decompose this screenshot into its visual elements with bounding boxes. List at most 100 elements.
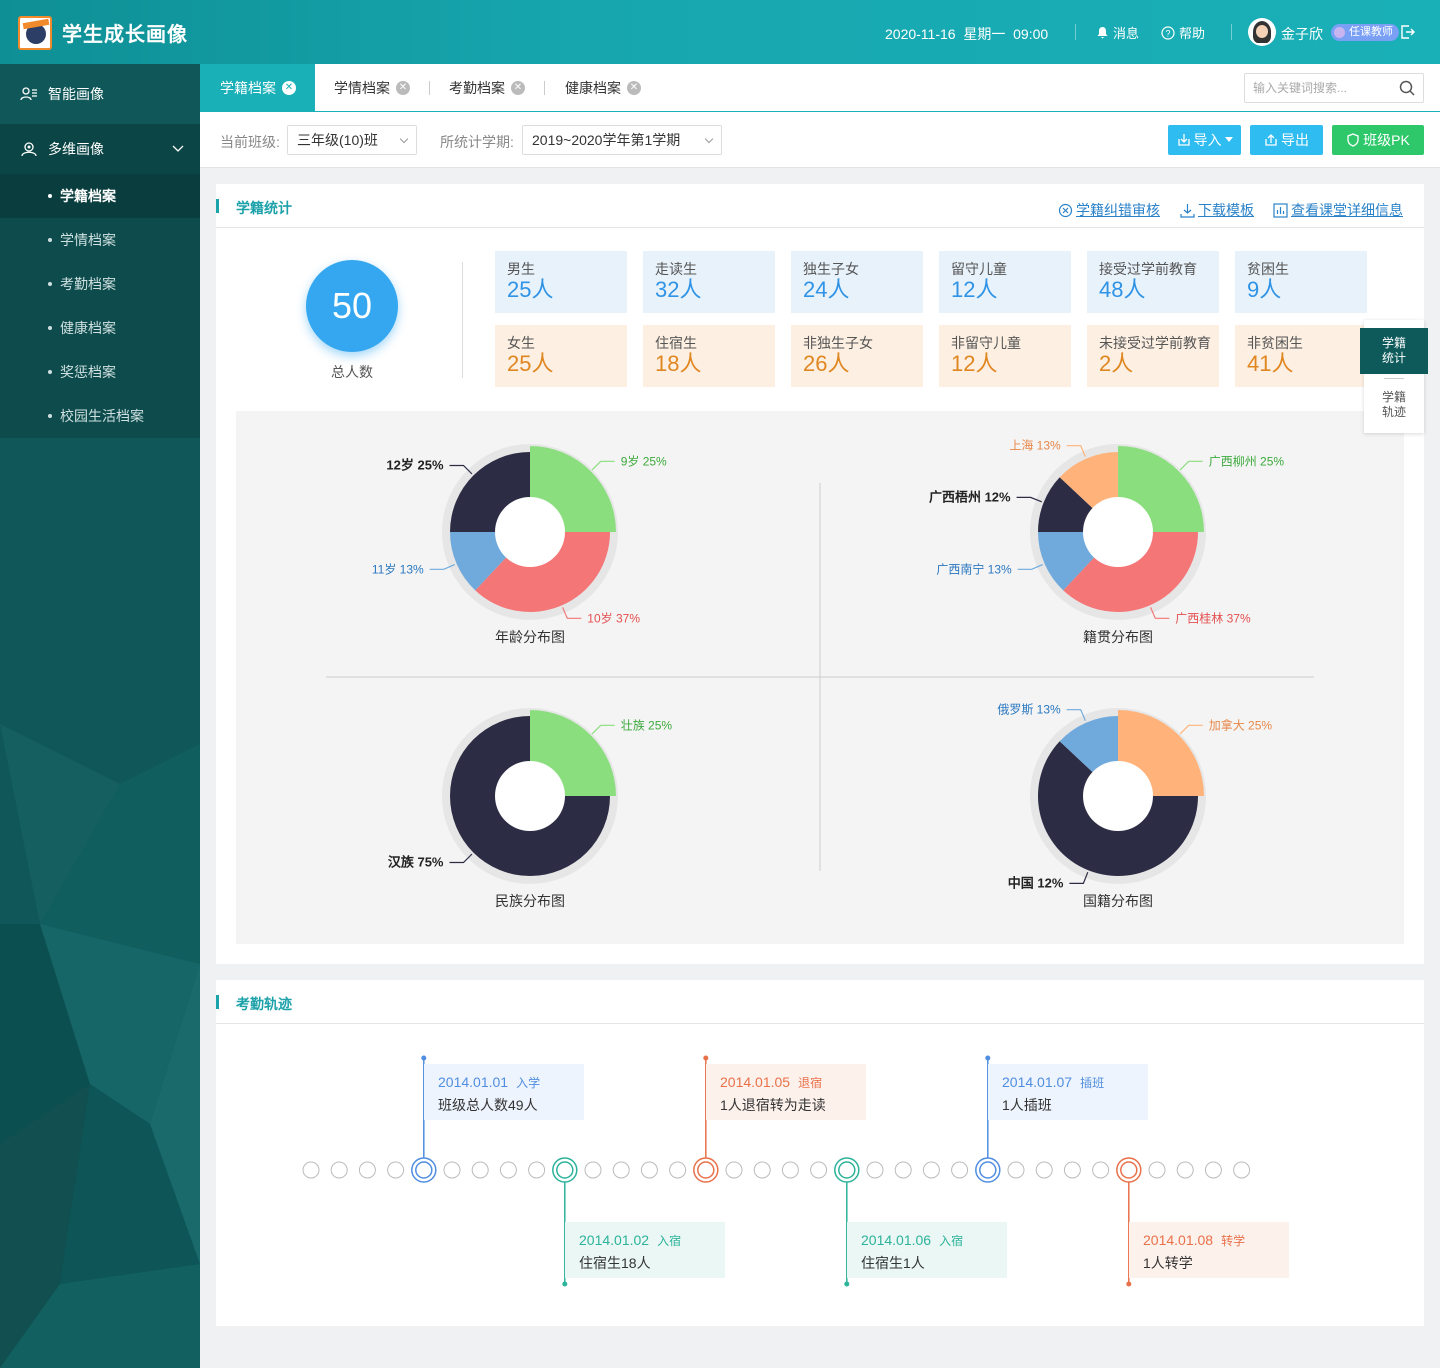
pie-donut-hole	[1083, 761, 1153, 831]
sidebar-item-label: 奖惩档案	[60, 364, 116, 380]
classroom-details-link[interactable]: 查看课堂详细信息	[1273, 200, 1403, 220]
timeline-event[interactable]: 2014.01.07 插班 1人插班	[988, 1064, 1148, 1120]
sidebar-item-attendance[interactable]: 考勤档案	[0, 262, 200, 306]
stat-label: 未接受过学前教育	[1099, 335, 1211, 351]
enrollment-correction-link[interactable]: 学籍纠错审核	[1058, 200, 1160, 220]
class-pk-label: 班级PK	[1363, 132, 1410, 148]
timeline-event[interactable]: 2014.01.05 退宿 1人退宿转为走读	[706, 1064, 866, 1120]
stat-left-behind: 留守儿童 12人	[939, 251, 1071, 313]
stat-label: 留守儿童	[951, 261, 1007, 277]
sidebar-item-health[interactable]: 健康档案	[0, 306, 200, 350]
search-icon[interactable]	[1399, 80, 1415, 96]
search-input[interactable]: 输入关键词搜索...	[1244, 73, 1424, 103]
tab-health[interactable]: 健康档案 ✕	[565, 64, 641, 112]
event-text: 住宿生1人	[861, 1255, 925, 1271]
timeline-event[interactable]: 2014.01.02 入宿 住宿生18人	[565, 1222, 725, 1278]
user-name[interactable]: 金子欣	[1281, 24, 1323, 44]
timeline-node	[640, 1161, 658, 1179]
link-label: 下载模板	[1198, 202, 1254, 218]
logout-icon[interactable]	[1400, 24, 1416, 40]
close-icon[interactable]: ✕	[627, 81, 641, 95]
timeline-node-inner	[979, 1161, 997, 1179]
sidebar-item-campus-life[interactable]: 校园生活档案	[0, 394, 200, 438]
event-date: 2014.01.02	[579, 1232, 650, 1248]
timeline-node	[1035, 1161, 1053, 1179]
pie-chart-2: 壮族 25% 汉族 75% 民族分布图	[388, 708, 672, 909]
class-select[interactable]: 三年级(10)班	[287, 125, 417, 155]
tab-attendance[interactable]: 考勤档案 ✕	[449, 64, 525, 112]
tab-enrollment[interactable]: 学籍档案 ✕	[200, 64, 315, 112]
bullet-dot	[48, 282, 52, 286]
filter-bar: 当前班级: 三年级(10)班 所统计学期: 2019~2020学年第1学期 导入…	[200, 112, 1440, 168]
enrollment-stats-card: 学籍统计 学籍纠错审核 下载模板 查看课堂详细信息 50 总人数 男生 25人 走…	[216, 184, 1424, 964]
export-button[interactable]: 导出	[1250, 125, 1323, 155]
tab-learning[interactable]: 学情档案 ✕	[334, 64, 410, 112]
float-nav-stats[interactable]: 学籍 统计	[1360, 328, 1428, 374]
messages-button[interactable]: 消息	[1096, 23, 1139, 42]
bullet-dot	[48, 194, 52, 198]
sidebar-item-label: 学籍档案	[60, 188, 116, 204]
tab-divider	[544, 81, 545, 95]
timeline-node	[669, 1161, 687, 1179]
pie-slice-label: 汉族 75%	[388, 855, 444, 870]
timeline-node	[387, 1161, 405, 1179]
timeline-event[interactable]: 2014.01.01 入学 班级总人数49人	[424, 1064, 584, 1120]
timeline-connector-dot	[1126, 1281, 1132, 1287]
timeline-event[interactable]: 2014.01.08 转学 1人转学	[1129, 1222, 1289, 1278]
event-date: 2014.01.08	[1143, 1232, 1214, 1248]
float-nav-track[interactable]: 学籍 轨迹	[1364, 386, 1424, 420]
sidebar-item-label: 校园生活档案	[60, 408, 144, 424]
pie-chart-0: 9岁 25% 10岁 37% 11岁 13% 12岁 25% 年龄分布图	[372, 444, 667, 645]
stat-preschool: 接受过学前教育 48人	[1087, 251, 1219, 313]
close-icon[interactable]: ✕	[511, 81, 525, 95]
pie-chart-1: 广西柳州 25% 广西桂林 37% 广西南宁 13% 广西梧州 12% 上海 13% 籍贯…	[929, 438, 1284, 645]
timeline-node	[781, 1161, 799, 1179]
term-select-value: 2019~2020学年第1学期	[532, 132, 681, 148]
download-template-link[interactable]: 下载模板	[1180, 200, 1254, 220]
stats-divider	[462, 262, 463, 378]
pie-slice-label: 10岁 37%	[587, 610, 640, 625]
card-title: 学籍统计	[236, 200, 292, 216]
sidebar-item-enrollment[interactable]: 学籍档案	[0, 174, 200, 218]
pie-slice-label: 广西梧州 12%	[929, 489, 1011, 504]
user-avatar[interactable]	[1248, 18, 1276, 46]
event-text: 1人转学	[1143, 1255, 1193, 1271]
stat-value: 32人	[655, 277, 702, 302]
timeline-node	[725, 1161, 743, 1179]
event-text: 1人插班	[1002, 1097, 1052, 1113]
header-time: 09:00	[1013, 26, 1049, 42]
import-icon	[1177, 134, 1190, 146]
event-text: 1人退宿转为走读	[720, 1097, 826, 1113]
term-select[interactable]: 2019~2020学年第1学期	[522, 125, 722, 155]
timeline-node	[358, 1161, 376, 1179]
sidebar-item-learning[interactable]: 学情档案	[0, 218, 200, 262]
pie-slice-label: 广西南宁 13%	[936, 561, 1012, 576]
stat-day-students: 走读生 32人	[643, 251, 775, 313]
stat-label: 非留守儿童	[951, 335, 1021, 351]
sidebar-background-pattern	[0, 724, 200, 1368]
event-date: 2014.01.07	[1002, 1074, 1073, 1090]
event-date-row: 2014.01.06 入宿	[861, 1232, 1007, 1249]
class-pk-button[interactable]: 班级PK	[1332, 125, 1424, 155]
stat-label: 独生子女	[803, 261, 859, 277]
top-header: 学生成长画像 2020-11-16 星期一 09:00 消息 ? 帮助 金子欣 …	[0, 0, 1440, 64]
card-header: 学籍统计 学籍纠错审核 下载模板 查看课堂详细信息	[216, 184, 1424, 228]
pie-charts-svg: 9岁 25% 10岁 37% 11岁 13% 12岁 25% 年龄分布图 广西柳州 25%…	[326, 438, 1314, 909]
timeline-node	[584, 1161, 602, 1179]
pie-donut-hole	[495, 761, 565, 831]
help-button[interactable]: ? 帮助	[1161, 23, 1205, 42]
import-button[interactable]: 导入	[1168, 125, 1241, 155]
sidebar-group-multidim[interactable]: 多维画像	[0, 124, 200, 174]
timeline-node	[1007, 1161, 1025, 1179]
timeline-event[interactable]: 2014.01.06 入宿 住宿生1人	[847, 1222, 1007, 1278]
pie-leader-line	[591, 724, 615, 735]
close-icon[interactable]: ✕	[396, 81, 410, 95]
close-icon[interactable]: ✕	[282, 81, 296, 95]
event-date: 2014.01.06	[861, 1232, 932, 1248]
sidebar-item-rewards[interactable]: 奖惩档案	[0, 350, 200, 394]
stat-value: 2人	[1099, 351, 1134, 376]
timeline-node-inner	[838, 1161, 856, 1179]
pie-slice-label: 广西桂林 37%	[1175, 610, 1251, 625]
sidebar-item-smart-portrait[interactable]: 智能画像	[0, 64, 200, 124]
stat-value: 24人	[803, 277, 850, 302]
